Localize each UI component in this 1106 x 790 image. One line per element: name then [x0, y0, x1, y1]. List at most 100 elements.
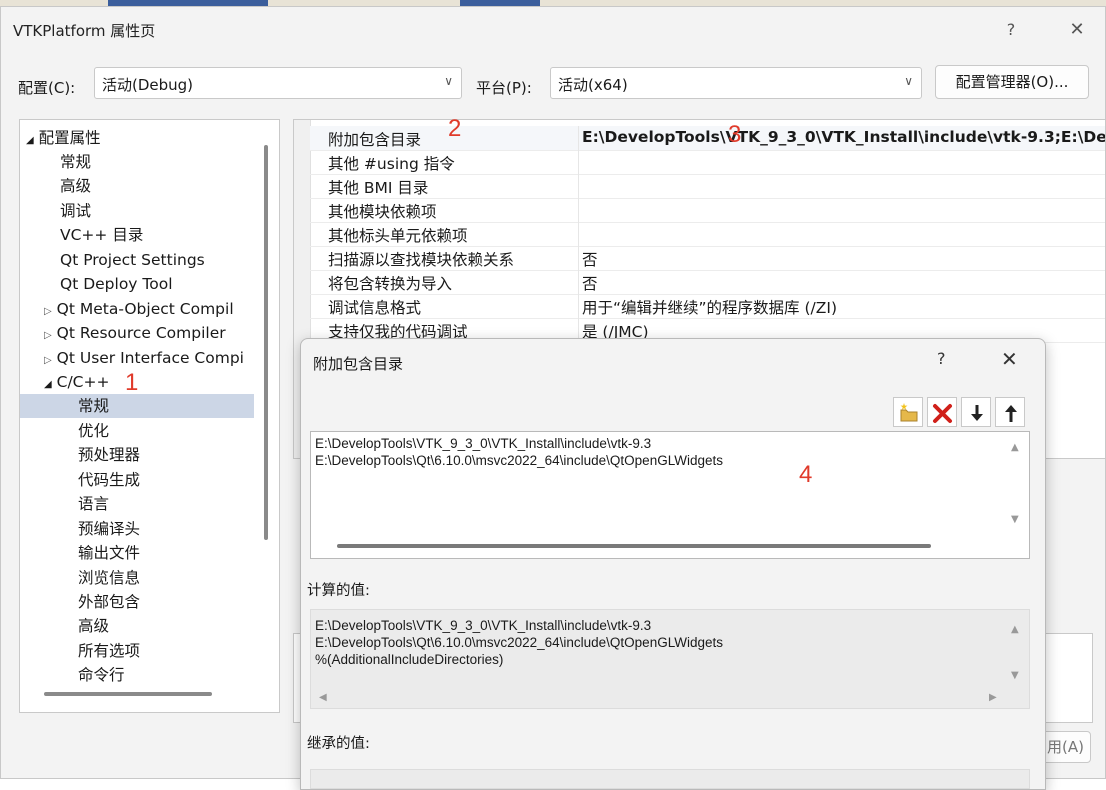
directory-list[interactable]: E:\DevelopTools\VTK_9_3_0\VTK_Install\in…: [310, 431, 1030, 559]
computed-line: E:\DevelopTools\Qt\6.10.0\msvc2022_64\in…: [315, 635, 723, 650]
scroll-left-icon[interactable]: ◀: [319, 692, 327, 703]
annotation-1: 1: [125, 369, 139, 396]
scroll-right-icon[interactable]: ▶: [989, 692, 997, 703]
column-divider: [578, 150, 579, 174]
scroll-down-icon[interactable]: ▼: [1011, 514, 1019, 525]
annotation-4: 4: [799, 461, 813, 488]
tree-item-external-includes[interactable]: 外部包含: [78, 590, 140, 614]
apply-button[interactable]: 用(A): [1041, 731, 1091, 763]
property-value: E:\DevelopTools\VTK_9_3_0\VTK_Install\in…: [582, 128, 1105, 146]
tree-item-command-line[interactable]: 命令行: [78, 663, 125, 687]
property-name: 将包含转换为导入: [328, 275, 453, 293]
config-select[interactable]: 活动(Debug) ∨: [94, 67, 462, 99]
tree-item-debugging[interactable]: 调试: [60, 199, 91, 223]
new-folder-icon: [900, 403, 918, 422]
tree-item-config-properties[interactable]: ◢ 配置属性: [26, 126, 101, 150]
column-divider: [578, 198, 579, 222]
tree-item-browse-information[interactable]: 浏览信息: [78, 566, 140, 590]
tree-item-qt-moc[interactable]: ▷ Qt Meta-Object Compil: [44, 297, 234, 321]
tree-item-qt-rcc[interactable]: ▷ Qt Resource Compiler: [44, 321, 226, 345]
scroll-down-icon[interactable]: ▼: [1011, 670, 1019, 681]
tree-item-preprocessor[interactable]: 预处理器: [78, 443, 140, 467]
move-down-button[interactable]: [961, 397, 991, 427]
close-button[interactable]: ✕: [1057, 15, 1097, 45]
tree-item-precompiled-headers[interactable]: 预编译头: [78, 517, 140, 541]
title-bar: VTKPlatform 属性页 ? ✕: [1, 7, 1105, 51]
tree-item-language[interactable]: 语言: [78, 492, 109, 516]
property-tree[interactable]: ◢ 配置属性 常规 高级 调试 VC++ 目录 Qt Project Setti…: [19, 119, 280, 713]
column-divider: [578, 294, 579, 318]
grid-row[interactable]: 其他 #using 指令: [310, 150, 1105, 175]
annotation-3: 3: [728, 121, 742, 148]
config-manager-button[interactable]: 配置管理器(O)...: [935, 65, 1089, 99]
property-name: 其他 BMI 目录: [328, 179, 429, 197]
property-name: 其他模块依赖项: [328, 203, 437, 221]
tree-item-c-cpp-advanced[interactable]: 高级: [78, 614, 109, 638]
tree-item-qt-uic[interactable]: ▷ Qt User Interface Compi: [44, 346, 244, 370]
expand-triangle-icon: ▷: [44, 355, 52, 366]
column-divider: [578, 126, 579, 150]
dialog-help-button[interactable]: ?: [937, 349, 946, 368]
platform-select[interactable]: 活动(x64) ∨: [550, 67, 922, 99]
tree-item-vc-directories[interactable]: VC++ 目录: [60, 223, 143, 247]
new-folder-button[interactable]: [893, 397, 923, 427]
tree-item-qt-deploy-tool[interactable]: Qt Deploy Tool: [60, 272, 173, 296]
tree-item-qt-project-settings[interactable]: Qt Project Settings: [60, 248, 205, 272]
dialog-title: 附加包含目录: [313, 355, 404, 373]
additional-include-directories-dialog: 附加包含目录 ? ✕ E:\DevelopTools\VTK_9_3_0\VTK…: [300, 338, 1046, 790]
computed-values-label: 计算的值:: [307, 583, 370, 599]
grid-row[interactable]: 其他模块依赖项: [310, 198, 1105, 223]
list-item[interactable]: E:\DevelopTools\VTK_9_3_0\VTK_Install\in…: [315, 436, 651, 451]
tree-item-c-cpp[interactable]: ◢ C/C++: [44, 370, 109, 394]
computed-values-box: E:\DevelopTools\VTK_9_3_0\VTK_Install\in…: [310, 609, 1030, 709]
help-button[interactable]: ?: [991, 15, 1031, 45]
grid-row[interactable]: 附加包含目录 E:\DevelopTools\VTK_9_3_0\VTK_Ins…: [310, 126, 1105, 151]
config-value: 活动(Debug): [102, 76, 194, 94]
property-name: 其他 #using 指令: [328, 155, 455, 173]
tree-item-optimization[interactable]: 优化: [78, 419, 109, 443]
property-name: 其他标头单元依赖项: [328, 227, 468, 245]
column-divider: [578, 270, 579, 294]
window-title: VTKPlatform 属性页: [13, 22, 156, 40]
grid-row[interactable]: 其他 BMI 目录: [310, 174, 1105, 199]
platform-value: 活动(x64): [558, 76, 628, 94]
platform-label: 平台(P):: [476, 79, 532, 97]
property-value: 否: [582, 251, 598, 269]
column-divider: [578, 246, 579, 270]
property-value: 用于“编辑并继续”的程序数据库 (/ZI): [582, 299, 837, 317]
tree-item-code-generation[interactable]: 代码生成: [78, 468, 140, 492]
scroll-up-icon[interactable]: ▲: [1011, 624, 1019, 635]
tree-horizontal-scrollbar[interactable]: [44, 692, 212, 696]
column-divider: [578, 222, 579, 246]
list-item[interactable]: E:\DevelopTools\Qt\6.10.0\msvc2022_64\in…: [315, 453, 723, 468]
chevron-down-icon: ∨: [444, 74, 453, 88]
property-value: 否: [582, 275, 598, 293]
scroll-up-icon[interactable]: ▲: [1011, 442, 1019, 453]
property-name: 附加包含目录: [328, 131, 422, 149]
property-name: 调试信息格式: [328, 299, 422, 317]
tree-vertical-scrollbar[interactable]: [264, 145, 268, 540]
tree-item-all-options[interactable]: 所有选项: [78, 639, 140, 663]
property-name: 扫描源以查找模块依赖关系: [328, 251, 515, 269]
move-up-button[interactable]: [995, 397, 1025, 427]
grid-row[interactable]: 其他标头单元依赖项: [310, 222, 1105, 247]
tree-item-output-files[interactable]: 输出文件: [78, 541, 140, 565]
grid-row[interactable]: 扫描源以查找模块依赖关系 否: [310, 246, 1105, 271]
list-horizontal-scrollbar[interactable]: [337, 544, 931, 548]
expand-triangle-icon: ▷: [44, 306, 52, 317]
collapse-triangle-icon: ◢: [26, 135, 34, 146]
tree-item-advanced[interactable]: 高级: [60, 174, 91, 198]
delete-icon: [933, 404, 952, 423]
inherited-values-box: [310, 769, 1030, 789]
tree-item-general[interactable]: 常规: [60, 150, 91, 174]
delete-button[interactable]: [927, 397, 957, 427]
dialog-close-button[interactable]: ✕: [1001, 347, 1018, 371]
expand-triangle-icon: ▷: [44, 330, 52, 341]
grid-row[interactable]: 将包含转换为导入 否: [310, 270, 1105, 295]
tree-item-c-cpp-general[interactable]: 常规: [20, 394, 254, 418]
inherited-values-label: 继承的值:: [307, 736, 370, 752]
grid-row[interactable]: 调试信息格式 用于“编辑并继续”的程序数据库 (/ZI): [310, 294, 1105, 319]
collapse-triangle-icon: ◢: [44, 379, 52, 390]
move-up-icon: [1005, 405, 1017, 422]
column-divider: [578, 174, 579, 198]
